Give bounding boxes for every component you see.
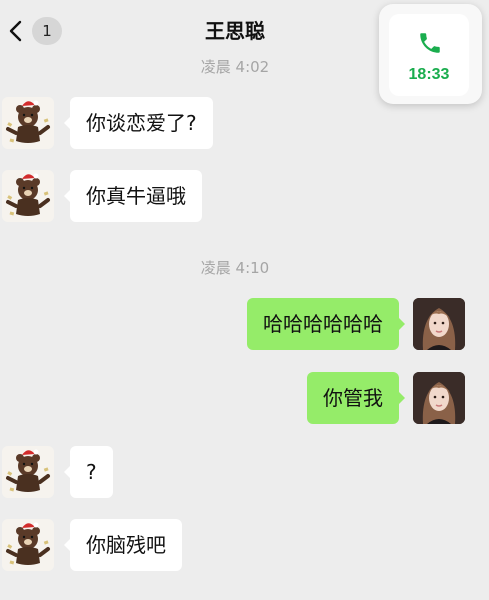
contact-avatar[interactable]: [2, 519, 54, 571]
incoming-message-bubble[interactable]: 你真牛逼哦: [64, 170, 202, 222]
my-avatar[interactable]: [413, 298, 465, 350]
contact-avatar[interactable]: [2, 170, 54, 222]
chat-screen: 1 王思聪 凌晨 4:02 18:33 你谈恋爱了? 你真牛逼哦 凌晨 4:10…: [0, 0, 489, 600]
outgoing-message-bubble[interactable]: 哈哈哈哈哈哈: [247, 298, 405, 350]
call-duration: 18:33: [408, 66, 450, 83]
bear-sticker-icon: [6, 449, 50, 492]
bear-sticker-icon: [6, 173, 50, 216]
incoming-message-bubble[interactable]: ?: [64, 446, 113, 498]
phone-icon: [420, 33, 440, 53]
girl-photo-icon: [413, 372, 465, 424]
outgoing-message-bubble[interactable]: 你管我: [307, 372, 405, 424]
incoming-message-bubble[interactable]: 你谈恋爱了?: [64, 97, 213, 149]
incoming-message-bubble[interactable]: 你脑残吧: [64, 519, 182, 571]
girl-photo-icon: [413, 298, 465, 350]
call-window-card[interactable]: 18:33: [389, 14, 469, 96]
bear-sticker-icon: [6, 100, 50, 143]
message-timestamp: 凌晨 4:10: [200, 259, 270, 277]
bear-sticker-icon: [6, 522, 50, 565]
contact-avatar[interactable]: [2, 446, 54, 498]
floating-call-window[interactable]: 18:33: [379, 4, 482, 104]
my-avatar[interactable]: [413, 372, 465, 424]
contact-avatar[interactable]: [2, 97, 54, 149]
